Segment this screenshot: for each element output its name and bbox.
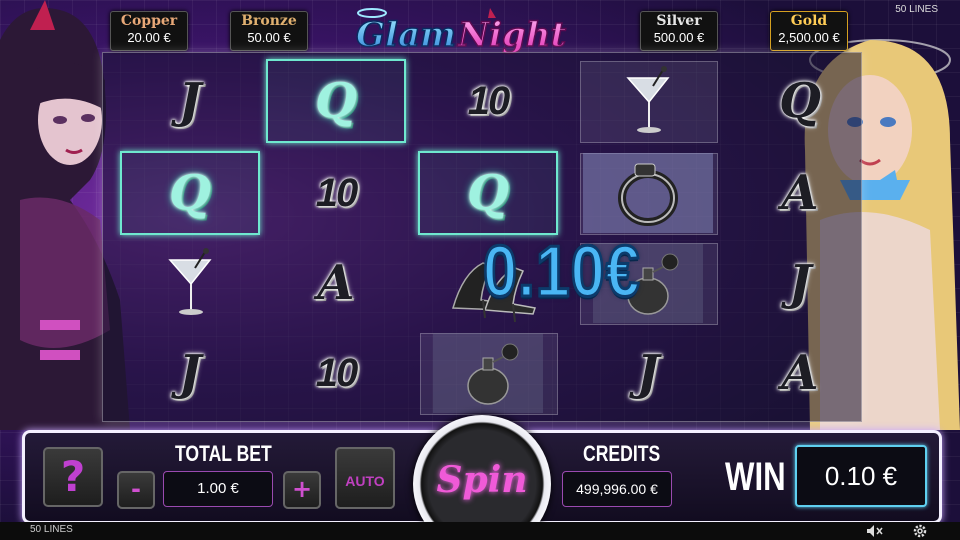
settings-gear-icon[interactable]	[912, 523, 928, 539]
silver-jackpot-value: 500.00 €	[653, 30, 705, 45]
symbol-q: Q	[467, 165, 509, 221]
reel-cell: A	[725, 328, 875, 418]
control-panel: ? TOTAL BET - 1.00 € + AUTOSPIN Spin CRE…	[22, 415, 942, 540]
reel-cell	[115, 238, 265, 328]
bronze-jackpot: Bronze 50.00 €	[230, 11, 308, 51]
symbol-a: A	[781, 165, 819, 221]
reel-cell: A	[261, 238, 411, 328]
mute-sound-icon[interactable]	[866, 524, 884, 538]
auto-spin-label-line1: AUTO	[345, 473, 385, 489]
symbol-a: A	[781, 345, 819, 401]
symbol-q: Q	[315, 73, 357, 129]
game-logo: Glam Night	[355, 8, 567, 56]
game-stage: Copper 20.00 € Bronze 50.00 € Silver 500…	[0, 0, 960, 540]
reel-grid: J Q 10 Q Q 10 Q A A J J 10 J A 0.10€	[102, 52, 862, 422]
win-label: WIN	[725, 455, 786, 499]
reel-cell: Q	[115, 148, 265, 238]
reel-cell	[573, 148, 723, 238]
reel-cell: 10	[261, 328, 411, 418]
reel-cell	[573, 56, 723, 146]
bronze-jackpot-label: Bronze	[241, 13, 297, 29]
symbol-a: A	[317, 255, 355, 311]
credits-label: CREDITS	[583, 441, 661, 466]
total-bet-label: TOTAL BET	[175, 441, 272, 466]
credits-value-display: 499,996.00 €	[562, 471, 672, 507]
ring-icon	[583, 153, 713, 233]
footer-lines-label: 50 LINES	[30, 524, 73, 535]
decrease-bet-button[interactable]: -	[117, 471, 155, 509]
reel-cell: J	[115, 56, 265, 146]
martini-glass-icon	[168, 248, 212, 315]
reel-cell: J	[725, 238, 875, 328]
bet-value-display: 1.00 €	[163, 471, 273, 507]
silver-jackpot-label: Silver	[656, 13, 702, 29]
reel-cell: A	[725, 148, 875, 238]
symbol-j: J	[636, 345, 660, 401]
reel-cell: 10	[261, 148, 411, 238]
symbol-10: 10	[467, 78, 511, 123]
copper-jackpot: Copper 20.00 €	[110, 11, 188, 51]
increase-bet-button[interactable]: +	[283, 471, 321, 509]
lines-count-label: 50 LINES	[895, 4, 938, 15]
copper-jackpot-label: Copper	[120, 13, 178, 29]
reel-cell: 10	[413, 56, 563, 146]
symbol-j: J	[178, 345, 202, 401]
minus-label: -	[131, 475, 141, 503]
symbol-j: J	[178, 73, 202, 129]
gold-jackpot-value: 2,500.00 €	[778, 30, 840, 45]
logo-word-glam: Glam	[356, 15, 456, 55]
plus-label: +	[291, 475, 313, 503]
reel-cell: Q	[261, 56, 411, 146]
reel-cell: J	[573, 328, 723, 418]
symbol-j: J	[788, 255, 812, 311]
silver-jackpot: Silver 500.00 €	[640, 11, 718, 51]
reel-cell: J	[115, 328, 265, 418]
symbol-q: Q	[779, 73, 821, 129]
perfume-bottle-icon	[433, 333, 543, 413]
symbol-10: 10	[315, 170, 359, 215]
martini-glass-icon	[626, 66, 670, 133]
spin-button-label: Spin	[436, 459, 528, 501]
copper-jackpot-value: 20.00 €	[127, 30, 171, 45]
reel-cell: Q	[725, 56, 875, 146]
bronze-jackpot-value: 50.00 €	[247, 30, 291, 45]
logo-word-night: Night	[457, 15, 566, 55]
gold-jackpot-label: Gold	[790, 13, 828, 29]
gold-jackpot: Gold 2,500.00 €	[770, 11, 848, 51]
footer-bar: 50 LINES	[0, 522, 960, 540]
symbol-q: Q	[169, 165, 211, 221]
reel-cell: Q	[413, 148, 563, 238]
win-value-display: 0.10 €	[795, 445, 927, 507]
help-button-label: ?	[60, 452, 86, 501]
auto-spin-button[interactable]: AUTOSPIN	[335, 447, 395, 535]
symbol-10: 10	[315, 350, 359, 395]
win-amount-overlay: 0.10€	[482, 231, 641, 314]
reel-cell	[413, 328, 563, 418]
help-button[interactable]: ?	[43, 447, 103, 507]
